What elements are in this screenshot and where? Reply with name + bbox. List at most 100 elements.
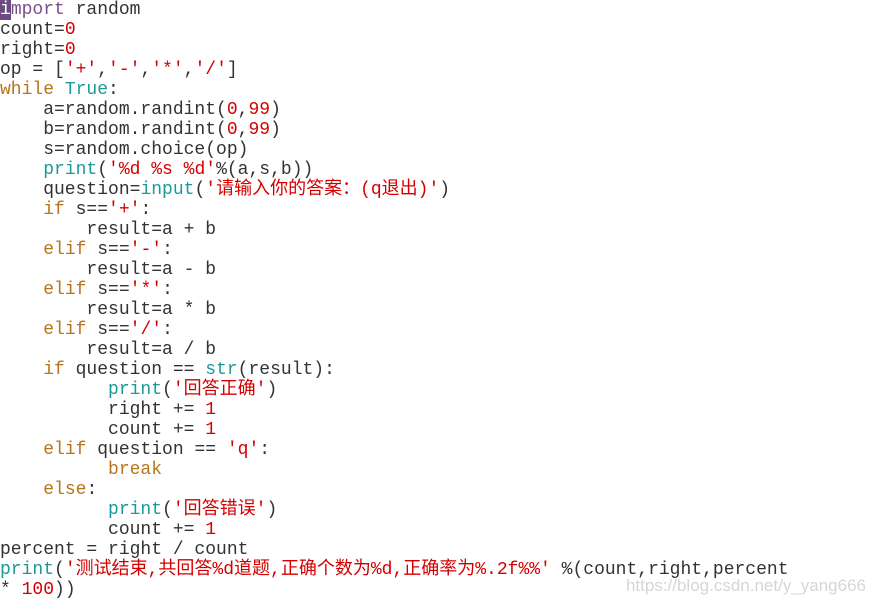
code-token: , [237, 100, 249, 120]
code-line[interactable]: count += 1 [0, 420, 874, 440]
code-line[interactable]: result=a * b [0, 300, 874, 320]
code-token: elif [43, 320, 87, 340]
code-line[interactable]: if question == str(result): [0, 360, 874, 380]
code-line[interactable]: break [0, 460, 874, 480]
code-token: break [108, 460, 163, 480]
code-line[interactable]: b=random.randint(0,99) [0, 120, 874, 140]
code-token: * [0, 580, 22, 600]
code-token: '-' [108, 60, 141, 80]
code-line[interactable]: else: [0, 480, 874, 500]
code-token: 0 [64, 40, 76, 60]
code-line[interactable]: print('%d %s %d'%(a,s,b)) [0, 160, 874, 180]
code-token: '/' [129, 320, 163, 340]
code-editor[interactable]: import random count=0 right=0 op = ['+','-'… [0, 0, 874, 604]
code-token: result=a - b [0, 260, 217, 280]
code-token: ) [266, 380, 278, 400]
code-token: , [237, 120, 249, 140]
code-token: elif [43, 280, 87, 300]
code-token: input [140, 180, 195, 200]
code-token: ) [270, 100, 281, 120]
code-token: elif [43, 240, 87, 260]
code-token: print [108, 500, 163, 520]
code-token: count += [0, 420, 206, 440]
code-token: , [183, 60, 195, 80]
watermark: https://blog.csdn.net/y_yang666 [625, 576, 866, 595]
code-token: (result): [237, 360, 335, 380]
code-token: : [259, 440, 271, 460]
code-line[interactable]: result=a + b [0, 220, 874, 240]
code-line[interactable]: if s=='+': [0, 200, 874, 220]
code-token: : [140, 200, 152, 220]
code-token: '+' [64, 60, 98, 80]
code-line[interactable]: elif s=='-': [0, 240, 874, 260]
code-token: random [64, 0, 141, 20]
code-token: ( [162, 500, 173, 520]
code-token: else [43, 480, 87, 500]
code-token: count= [0, 20, 65, 40]
code-token: '+' [108, 200, 141, 220]
code-line[interactable]: elif question == 'q': [0, 440, 874, 460]
code-token: s== [86, 280, 130, 300]
code-line[interactable]: elif s=='*': [0, 280, 874, 300]
code-token: '*' [151, 60, 184, 80]
code-token: ) [266, 500, 278, 520]
code-line[interactable]: s=random.choice(op) [0, 140, 874, 160]
code-token: question == [86, 440, 227, 460]
code-line[interactable]: a=random.randint(0,99) [0, 100, 874, 120]
code-line[interactable]: elif s=='/': [0, 320, 874, 340]
code-line[interactable]: import random [0, 0, 874, 20]
code-token: : [108, 80, 119, 100]
code-line[interactable]: question=input('请输入你的答案：(q退出)') [0, 180, 874, 200]
code-token: s== [86, 240, 130, 260]
code-token: print [0, 560, 55, 580]
code-token: result=a * b [0, 300, 217, 320]
code-line[interactable]: while True: [0, 80, 874, 100]
code-line[interactable]: right += 1 [0, 400, 874, 420]
code-line[interactable]: percent = right / count [0, 540, 874, 560]
code-token: , [140, 60, 152, 80]
code-token: 1 [205, 400, 217, 420]
code-token: right += [0, 400, 206, 420]
code-token: : [162, 320, 173, 340]
code-line[interactable]: print('回答正确') [0, 380, 874, 400]
code-token: print [43, 160, 98, 180]
code-line[interactable]: op = ['+','-','*','/'] [0, 60, 874, 80]
code-line[interactable]: result=a - b [0, 260, 874, 280]
code-token: 'q' [226, 440, 260, 460]
code-line[interactable]: count += 1 [0, 520, 874, 540]
code-token: '回答正确' [172, 380, 267, 400]
code-token: mport [10, 0, 65, 20]
code-token: 1 [205, 520, 217, 540]
code-token: 0 [64, 20, 76, 40]
code-token: 0 [226, 100, 238, 120]
code-line[interactable]: result=a / b [0, 340, 874, 360]
code-token: , [97, 60, 109, 80]
code-token: : [86, 480, 98, 500]
code-token: 99 [248, 100, 271, 120]
code-token: )) [54, 580, 76, 600]
code-token: : [162, 240, 173, 260]
code-token: '%d %s %d' [108, 160, 217, 180]
code-token: ] [226, 60, 238, 80]
code-token: if [43, 200, 65, 220]
code-token: question == [64, 360, 206, 380]
code-token: : [162, 280, 173, 300]
code-line[interactable]: print('回答错误') [0, 500, 874, 520]
code-token: b=random.randint( [0, 120, 227, 140]
code-token: elif [43, 440, 87, 460]
text-cursor: i [0, 0, 11, 20]
code-line[interactable]: right=0 [0, 40, 874, 60]
code-line[interactable]: count=0 [0, 20, 874, 40]
code-token: '测试结束,共回答%d道题,正确个数为%d,正确率为%.2f%%' [64, 560, 551, 580]
code-token: '/' [194, 60, 227, 80]
code-token: if [43, 360, 65, 380]
